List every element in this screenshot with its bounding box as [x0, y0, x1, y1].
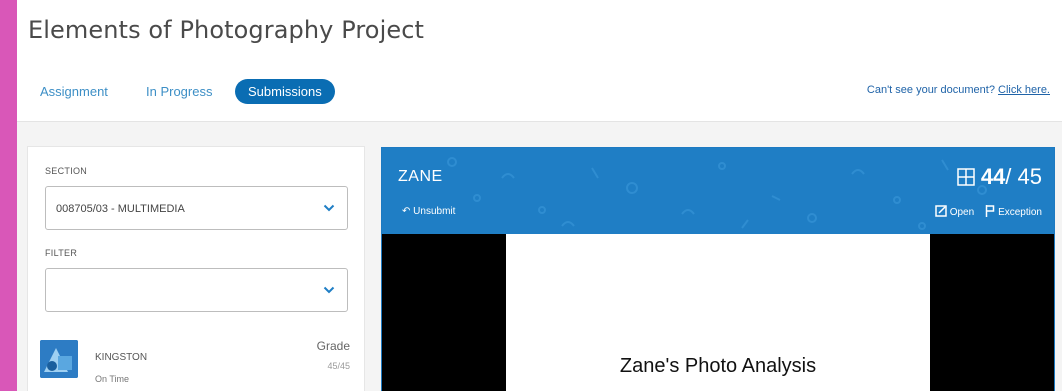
help-message: Can't see your document? Click here. — [867, 84, 1050, 96]
help-text: Can't see your document? — [866, 84, 995, 96]
student-name: KINGSTON — [95, 352, 148, 363]
section-value: 008705/03 - MULTIMEDIA — [56, 203, 185, 215]
undo-icon: ↶ — [402, 206, 411, 217]
score-display: 44/ 45 — [957, 164, 1042, 190]
section-label: SECTION — [45, 166, 88, 176]
flag-icon — [986, 205, 995, 217]
chevron-down-icon — [323, 286, 335, 294]
header-pattern — [447, 157, 987, 230]
grid-icon — [957, 168, 975, 186]
tab-submissions[interactable]: Submissions — [235, 79, 335, 104]
unsubmit-button[interactable]: ↶ Unsubmit — [402, 206, 455, 217]
student-row[interactable]: KINGSTON On Time Grade 45/45 — [40, 338, 350, 391]
chevron-down-icon — [323, 204, 335, 212]
score-total: / 45 — [1005, 164, 1042, 189]
open-button[interactable]: Open — [935, 205, 977, 218]
page-title: Elements of Photography Project — [28, 16, 425, 44]
avatar — [40, 340, 78, 378]
external-link-icon — [935, 205, 947, 217]
avatar-shapes-icon — [40, 340, 78, 378]
section-select[interactable]: 008705/03 - MULTIMEDIA — [45, 186, 348, 230]
unsubmit-label: Unsubmit — [413, 206, 456, 217]
grade-label: Grade — [316, 339, 350, 353]
exception-button[interactable]: Exception — [985, 205, 1042, 218]
viewer-actions: Open Exception — [935, 205, 1042, 218]
filter-label: FILTER — [45, 248, 78, 258]
grade-value: 45/45 — [327, 361, 350, 371]
open-label: Open — [949, 207, 975, 218]
app-window: Elements of Photography Project Assignme… — [17, 0, 1062, 391]
tab-in-progress[interactable]: In Progress — [146, 79, 212, 104]
document-title: Zane's Photo Analysis — [619, 355, 817, 377]
help-link[interactable]: Click here. — [998, 84, 1050, 96]
viewer-student-name: ZANE — [398, 168, 443, 185]
document-page: Zane's Photo Analysis — [506, 234, 930, 391]
tab-assignment[interactable]: Assignment — [40, 79, 108, 104]
submission-viewer: ZANE ↶ Unsubmit 44/ 45 Open Exception Za… — [381, 147, 1055, 391]
viewer-header: ZANE ↶ Unsubmit 44/ 45 Open Exception — [382, 148, 1054, 234]
submission-list-panel: SECTION 008705/03 - MULTIMEDIA FILTER KI… — [27, 146, 365, 391]
exception-label: Exception — [998, 207, 1042, 218]
submission-status: On Time — [95, 374, 130, 384]
document-preview[interactable]: Zane's Photo Analysis — [382, 234, 1054, 391]
filter-select[interactable] — [45, 268, 348, 312]
score-value: 44 — [980, 164, 1006, 189]
